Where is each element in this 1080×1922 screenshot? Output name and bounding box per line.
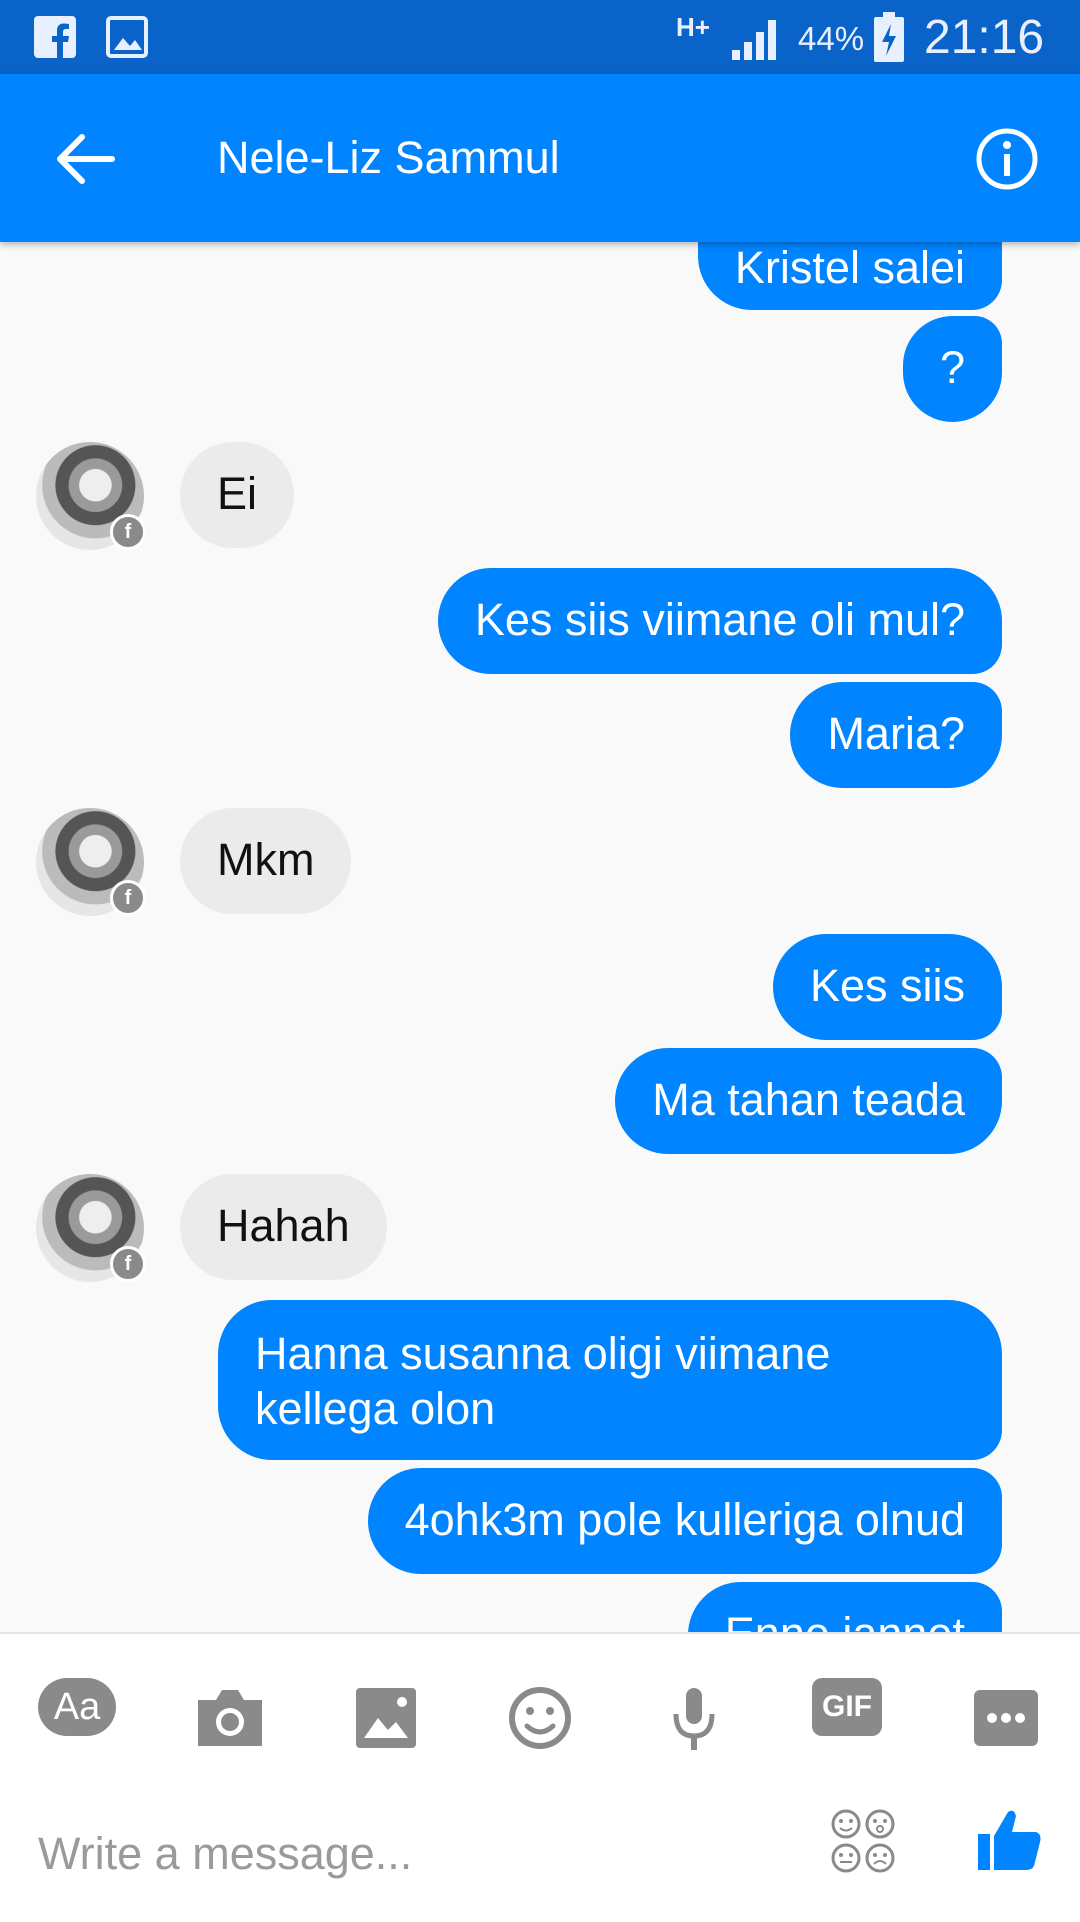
message-outgoing[interactable]: ? xyxy=(902,316,1002,422)
message-outgoing[interactable]: Enne jannet xyxy=(687,1582,1002,1632)
sticker-icon[interactable] xyxy=(828,1806,898,1876)
back-arrow-icon[interactable] xyxy=(50,124,120,194)
info-icon[interactable] xyxy=(974,126,1040,192)
message-outgoing[interactable]: Kes siis viimane oli mul? xyxy=(437,568,1002,674)
text-format-label: Aa xyxy=(53,1686,101,1728)
message-incoming[interactable]: Mkm xyxy=(180,808,352,914)
message-list[interactable]: Kristel salei ? f Ei Kes siis viimane ol… xyxy=(0,242,1080,1632)
message-incoming[interactable]: Hahah xyxy=(180,1174,387,1280)
battery-percent: 44% xyxy=(798,20,865,57)
facebook-badge-icon: f xyxy=(110,1246,146,1282)
message-incoming[interactable]: Ei xyxy=(180,442,295,548)
facebook-badge-icon: f xyxy=(110,880,146,916)
avatar[interactable]: f xyxy=(36,1174,146,1282)
image-icon[interactable] xyxy=(346,1678,426,1758)
message-outgoing[interactable]: Maria? xyxy=(790,682,1002,788)
status-bar: H+ 44% 21:16 xyxy=(0,0,1080,74)
thumbs-up-icon[interactable] xyxy=(974,1804,1046,1876)
message-outgoing[interactable]: Hanna susanna oligi viimane kellega olon xyxy=(218,1300,1002,1460)
message-outgoing[interactable]: Kes siis xyxy=(772,934,1002,1040)
message-outgoing[interactable]: 4ohk3m pole kulleriga olnud xyxy=(367,1468,1002,1574)
signal-icon xyxy=(732,20,776,60)
avatar[interactable]: f xyxy=(36,442,146,550)
microphone-icon[interactable] xyxy=(654,1678,734,1758)
gif-button[interactable]: GIF xyxy=(812,1678,882,1736)
text-format-button[interactable]: Aa xyxy=(38,1678,116,1736)
message-outgoing[interactable]: Ma tahan teada xyxy=(615,1048,1002,1154)
avatar[interactable]: f xyxy=(36,808,146,916)
camera-icon[interactable] xyxy=(190,1678,270,1758)
battery-icon xyxy=(874,12,904,62)
gallery-icon xyxy=(106,16,148,58)
message-input[interactable] xyxy=(36,1818,800,1890)
message-outgoing[interactable]: Kristel salei xyxy=(697,242,1002,310)
network-type: H+ xyxy=(676,12,710,42)
facebook-icon xyxy=(34,16,76,58)
contact-name[interactable]: Nele-Liz Sammul xyxy=(217,132,560,184)
emoji-icon[interactable] xyxy=(500,1678,580,1758)
facebook-badge-icon: f xyxy=(110,514,146,550)
gif-label: GIF xyxy=(822,1690,872,1723)
conversation-header: Nele-Liz Sammul xyxy=(0,74,1080,242)
more-icon[interactable] xyxy=(966,1678,1046,1758)
clock: 21:16 xyxy=(924,11,1045,64)
